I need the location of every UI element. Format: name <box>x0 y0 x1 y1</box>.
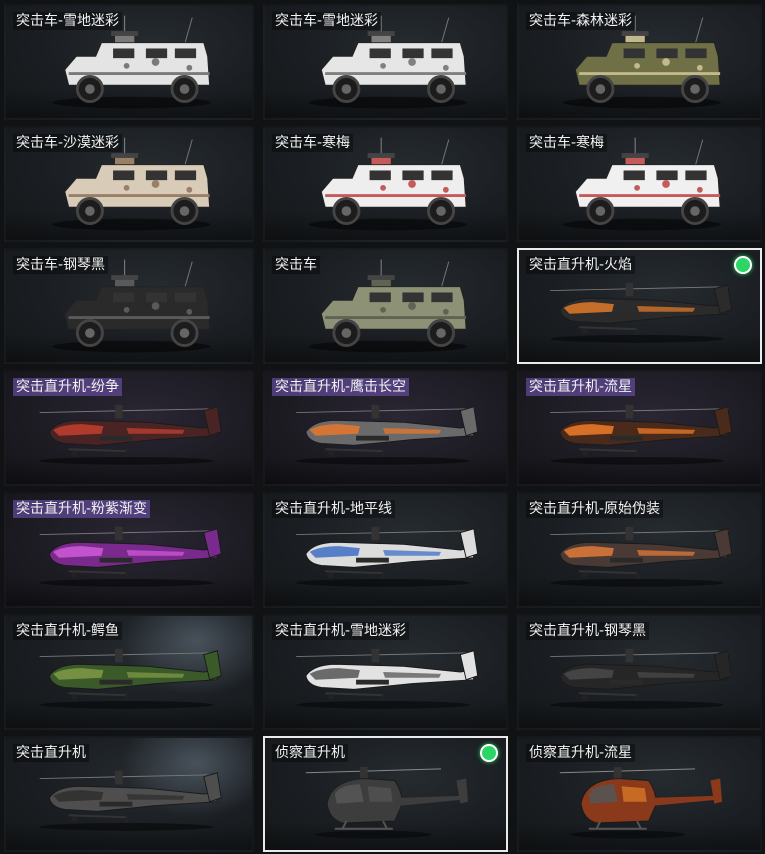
skin-card-7[interactable]: 突击车 <box>263 248 508 364</box>
skin-name-label: 突击车-雪地迷彩 <box>272 12 382 30</box>
skin-name-label: 突击直升机-鹰击长空 <box>272 378 410 396</box>
skin-card-8[interactable]: 突击直升机-火焰 <box>517 248 762 364</box>
skin-card-14[interactable]: 突击直升机-原始伪装 <box>517 492 762 608</box>
skin-name-label: 突击直升机-原始伪装 <box>526 500 664 518</box>
skin-name-label: 突击直升机-地平线 <box>272 500 396 518</box>
skin-name-label: 突击车-森林迷彩 <box>526 12 636 30</box>
skin-card-6[interactable]: 突击车-钢琴黑 <box>4 248 254 364</box>
skin-name-label: 突击直升机-粉紫渐变 <box>13 500 151 518</box>
skin-name-label: 突击车-沙漠迷彩 <box>13 134 123 152</box>
skin-name-label: 突击直升机 <box>13 744 89 762</box>
skin-card-11[interactable]: 突击直升机-流星 <box>517 370 762 486</box>
skin-card-5[interactable]: 突击车-寒梅 <box>517 126 762 242</box>
equipped-indicator-icon <box>734 256 752 274</box>
equipped-indicator-icon <box>480 744 498 762</box>
skin-name-label: 侦察直升机-流星 <box>526 744 636 762</box>
skin-name-label: 突击直升机-雪地迷彩 <box>272 622 410 640</box>
skin-card-13[interactable]: 突击直升机-地平线 <box>263 492 508 608</box>
skin-card-15[interactable]: 突击直升机-鳄鱼 <box>4 614 254 730</box>
skin-name-label: 侦察直升机 <box>272 744 348 762</box>
skin-card-20[interactable]: 侦察直升机-流星 <box>517 736 762 852</box>
skin-card-1[interactable]: 突击车-雪地迷彩 <box>263 4 508 120</box>
skin-card-0[interactable]: 突击车-雪地迷彩 <box>4 4 254 120</box>
skin-name-label: 突击直升机-钢琴黑 <box>526 622 650 640</box>
skin-name-label: 突击车 <box>272 256 320 274</box>
skin-card-18[interactable]: 突击直升机 <box>4 736 254 852</box>
skin-card-16[interactable]: 突击直升机-雪地迷彩 <box>263 614 508 730</box>
skin-grid: 突击车-雪地迷彩 突击车-雪地迷彩 突击车-森林迷彩 突击车-沙漠迷彩 突击车-… <box>4 4 762 852</box>
skin-card-2[interactable]: 突击车-森林迷彩 <box>517 4 762 120</box>
skin-name-label: 突击直升机-纷争 <box>13 378 123 396</box>
skin-card-10[interactable]: 突击直升机-鹰击长空 <box>263 370 508 486</box>
skin-name-label: 突击直升机-流星 <box>526 378 636 396</box>
skin-name-label: 突击车-寒梅 <box>272 134 354 152</box>
skin-name-label: 突击车-寒梅 <box>526 134 608 152</box>
skin-card-17[interactable]: 突击直升机-钢琴黑 <box>517 614 762 730</box>
skin-name-label: 突击车-雪地迷彩 <box>13 12 123 30</box>
skin-card-4[interactable]: 突击车-寒梅 <box>263 126 508 242</box>
skin-card-3[interactable]: 突击车-沙漠迷彩 <box>4 126 254 242</box>
skin-card-19[interactable]: 侦察直升机 <box>263 736 508 852</box>
skin-name-label: 突击车-钢琴黑 <box>13 256 109 274</box>
skin-card-9[interactable]: 突击直升机-纷争 <box>4 370 254 486</box>
skin-card-12[interactable]: 突击直升机-粉紫渐变 <box>4 492 254 608</box>
skin-name-label: 突击直升机-火焰 <box>526 256 636 274</box>
skin-name-label: 突击直升机-鳄鱼 <box>13 622 123 640</box>
